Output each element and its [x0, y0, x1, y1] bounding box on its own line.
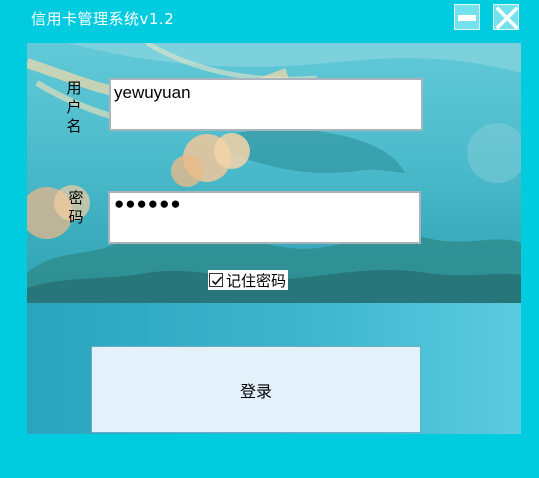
title-bar: 信用卡管理系统v1.2	[0, 0, 539, 36]
minimize-icon	[458, 15, 476, 21]
checkbox-box[interactable]	[209, 273, 223, 287]
password-label: 密码	[68, 189, 84, 226]
username-label: 用户名	[66, 79, 82, 135]
window-title: 信用卡管理系统v1.2	[31, 10, 175, 28]
remember-password-label: 记住密码	[226, 271, 287, 290]
username-input[interactable]: yewuyuan	[109, 78, 423, 131]
close-icon	[495, 6, 519, 30]
close-button[interactable]	[493, 4, 519, 30]
remember-password-checkbox[interactable]: 记住密码	[208, 270, 289, 290]
check-icon	[211, 276, 223, 286]
login-button[interactable]: 登录	[91, 346, 421, 433]
password-input[interactable]: ●●●●●●	[108, 191, 421, 244]
minimize-button[interactable]	[454, 4, 480, 30]
login-panel: 用户名 yewuyuan 密码 ●●●●●● 记住密码 登录	[27, 43, 521, 434]
